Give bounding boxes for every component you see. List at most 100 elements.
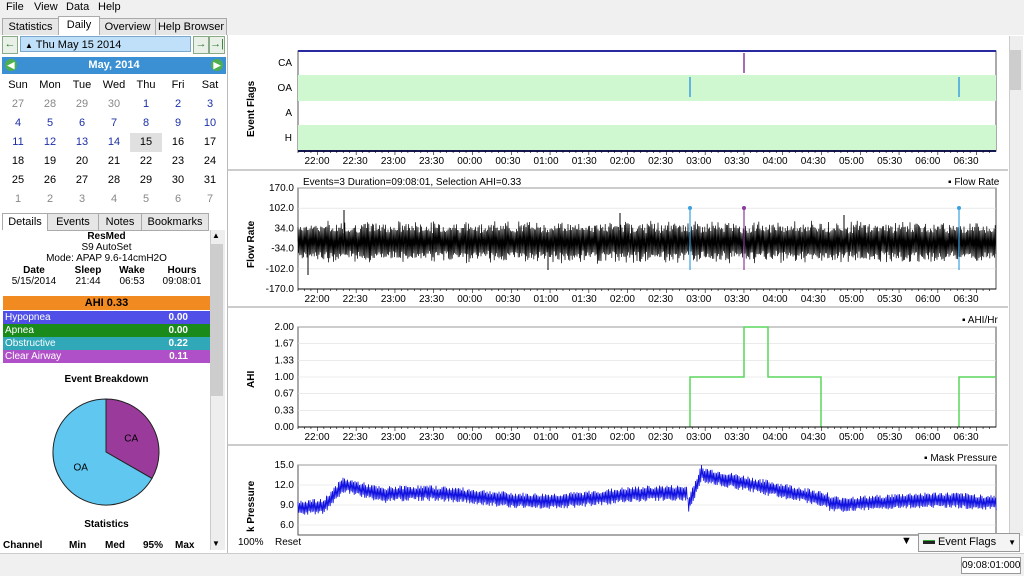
next-month-icon[interactable]: ▶ xyxy=(211,59,223,71)
tab-overview[interactable]: Overview xyxy=(99,18,156,35)
calendar-day[interactable]: 6 xyxy=(162,190,194,209)
calendar-day[interactable]: 28 xyxy=(34,95,66,114)
ahi-legend: ▪ AHI/Hr xyxy=(962,315,998,326)
calendar-day[interactable]: 28 xyxy=(98,171,130,190)
calendar-day[interactable]: 4 xyxy=(98,190,130,209)
calendar-day[interactable]: 30 xyxy=(98,95,130,114)
calendar-day[interactable]: 13 xyxy=(66,133,98,152)
calendar-day[interactable]: 27 xyxy=(2,95,34,114)
calendar-day[interactable]: 30 xyxy=(162,171,194,190)
ahi-tick-label: 22:30 xyxy=(343,432,368,443)
event-value: 0.22 xyxy=(168,338,188,349)
flow-rate-legend-label: Flow Rate xyxy=(954,177,1000,188)
tab-daily[interactable]: Daily xyxy=(58,16,100,36)
menu-data[interactable]: Data xyxy=(66,1,89,13)
tab-notes[interactable]: Notes xyxy=(98,213,142,231)
calendar-day[interactable]: 5 xyxy=(130,190,162,209)
calendar-day[interactable]: 7 xyxy=(98,114,130,133)
menu-help[interactable]: Help xyxy=(98,1,121,13)
menu-view[interactable]: View xyxy=(34,1,58,13)
graph-select-dropdown[interactable]: Event Flags ▼ xyxy=(918,533,1020,552)
calendar-day[interactable]: 24 xyxy=(194,152,226,171)
stats-col-min: Min xyxy=(69,540,87,551)
tab-bookmarks[interactable]: Bookmarks xyxy=(141,213,209,231)
calendar-day[interactable]: 1 xyxy=(130,95,162,114)
session-header-hours: Hours xyxy=(167,265,197,276)
event-flags-tick-label: 06:00 xyxy=(915,156,940,167)
graphs-scrollbar[interactable] xyxy=(1009,36,1023,536)
calendar-day[interactable]: 1 xyxy=(2,190,34,209)
calendar-day[interactable]: 17 xyxy=(194,133,226,152)
calendar-day[interactable]: 29 xyxy=(130,171,162,190)
flow-rate-legend: ▪ Flow Rate xyxy=(948,177,1000,188)
prev-day-arrow-icon[interactable]: ← xyxy=(2,36,18,54)
flow-rate-tick-label: 22:00 xyxy=(304,294,329,305)
ylabel-event-flags: Event Flags xyxy=(246,80,257,137)
calendar-day[interactable]: 19 xyxy=(34,152,66,171)
calendar-day[interactable]: 9 xyxy=(162,114,194,133)
weekday-tue: Tue xyxy=(72,79,92,91)
calendar-day[interactable]: 29 xyxy=(66,95,98,114)
details-scrollbar-thumb[interactable] xyxy=(211,244,223,396)
next-day-arrow-icon[interactable]: → xyxy=(193,36,209,54)
calendar-day[interactable]: 18 xyxy=(2,152,34,171)
tab-help-browser[interactable]: Help Browser xyxy=(155,18,227,35)
calendar-day[interactable]: 8 xyxy=(130,114,162,133)
last-day-arrow-icon[interactable]: →| xyxy=(209,36,225,54)
event-value: 0.00 xyxy=(168,312,188,323)
calendar-day[interactable]: 3 xyxy=(194,95,226,114)
dropdown-arrow-icon[interactable]: ▼ xyxy=(901,535,912,547)
calendar-day[interactable]: 31 xyxy=(194,171,226,190)
calendar-day[interactable]: 16 xyxy=(162,133,194,152)
calendar-day[interactable]: 26 xyxy=(34,171,66,190)
calendar-day[interactable]: 20 xyxy=(66,152,98,171)
calendar-day[interactable]: 2 xyxy=(34,190,66,209)
mask-pressure-y-tick: 9.0 xyxy=(280,500,294,511)
calendar-day[interactable]: 14 xyxy=(98,133,130,152)
calendar-day[interactable]: 21 xyxy=(98,152,130,171)
tab-events[interactable]: Events xyxy=(47,213,99,231)
calendar-day[interactable]: 11 xyxy=(2,133,34,152)
calendar-day[interactable]: 15 xyxy=(130,133,162,152)
calendar-day[interactable]: 6 xyxy=(66,114,98,133)
event-flags-tick-label: 05:30 xyxy=(877,156,902,167)
calendar-day[interactable]: 23 xyxy=(162,152,194,171)
calendar-day[interactable]: 5 xyxy=(34,114,66,133)
reset-button[interactable]: Reset xyxy=(275,537,301,548)
ahi-tick-label: 22:00 xyxy=(304,432,329,443)
event-flags-tick-label: 03:30 xyxy=(724,156,749,167)
menu-file[interactable]: File xyxy=(6,1,24,13)
graphs-scrollbar-thumb[interactable] xyxy=(1010,50,1021,90)
prev-month-icon[interactable]: ◀ xyxy=(5,59,17,71)
calendar-day[interactable]: 12 xyxy=(34,133,66,152)
calendar-day[interactable]: 4 xyxy=(2,114,34,133)
ahi-tick-label: 01:00 xyxy=(534,432,559,443)
calendar-day[interactable]: 7 xyxy=(194,190,226,209)
weekday-mon: Mon xyxy=(39,79,61,91)
flow-rate-tick-label: 01:00 xyxy=(534,294,559,305)
flow-rate-y-tick: -34.0 xyxy=(271,244,294,255)
status-duration: 09:08:01:000 xyxy=(961,557,1021,574)
calendar-day[interactable]: 25 xyxy=(2,171,34,190)
event-name: Obstructive xyxy=(5,338,56,349)
scroll-down-icon[interactable]: ▼ xyxy=(212,539,220,548)
tab-statistics[interactable]: Statistics xyxy=(2,18,59,35)
event-name: Clear Airway xyxy=(5,351,62,362)
calendar-day[interactable]: 27 xyxy=(66,171,98,190)
event-breakdown-pie: CA OA xyxy=(52,398,160,506)
event-flags-tick-label: 23:00 xyxy=(381,156,406,167)
calendar-day[interactable]: 2 xyxy=(162,95,194,114)
event-flags-tick-label: 03:00 xyxy=(686,156,711,167)
date-selector[interactable]: ▲ Thu May 15 2014 xyxy=(20,36,191,52)
statistics-header-row: Channel Min Med 95% Max xyxy=(3,540,210,552)
calendar-day[interactable]: 22 xyxy=(130,152,162,171)
flow-rate-y-tick: 102.0 xyxy=(269,203,294,214)
calendar-month: May, 2014 xyxy=(88,59,140,71)
calendar-day[interactable]: 3 xyxy=(66,190,98,209)
ahi-y-tick: 2.00 xyxy=(275,322,295,333)
scroll-up-icon[interactable]: ▲ xyxy=(212,231,220,240)
calendar-day[interactable]: 10 xyxy=(194,114,226,133)
flow-rate-tick-label: 01:30 xyxy=(572,294,597,305)
ahi-tick-label: 03:30 xyxy=(724,432,749,443)
tab-details[interactable]: Details xyxy=(2,213,48,230)
